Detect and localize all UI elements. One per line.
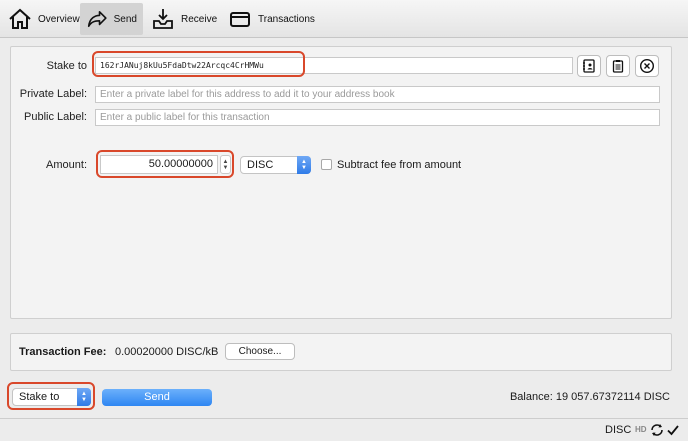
stake-to-label: Stake to <box>46 60 87 72</box>
home-icon <box>9 8 31 29</box>
choose-fee-button[interactable]: Choose... <box>225 343 295 360</box>
highlight-mode <box>7 382 95 410</box>
close-circle-icon <box>639 58 655 74</box>
synced-check-icon <box>667 425 679 436</box>
status-bar: DISC HD <box>0 418 688 441</box>
tab-overview[interactable]: Overview <box>2 3 86 35</box>
highlight-amount <box>96 150 234 178</box>
send-arrow-icon <box>87 10 107 28</box>
private-label-label: Private Label: <box>19 88 87 100</box>
unit-select[interactable]: DISC ▲ ▼ <box>240 156 311 174</box>
tab-send-label: Send <box>113 13 137 25</box>
select-arrows-icon: ▲ ▼ <box>297 156 311 174</box>
balance-label: Balance: 19 057.67372114 DISC <box>509 391 670 403</box>
transaction-fee-value: 0.00020000 DISC/kB <box>115 346 219 358</box>
paste-button[interactable] <box>606 55 630 77</box>
unit-select-value: DISC <box>247 159 274 171</box>
inbox-download-icon <box>153 9 173 29</box>
public-label-label: Public Label: <box>24 111 87 123</box>
address-book-button[interactable] <box>577 55 601 77</box>
private-label-input[interactable]: Enter a private label for this address t… <box>95 86 660 103</box>
tab-send[interactable]: Send <box>80 3 143 35</box>
highlight-address <box>92 51 305 77</box>
clipboard-icon <box>612 60 624 73</box>
transaction-fee-panel <box>10 333 672 371</box>
public-label-input[interactable]: Enter a public label for this transactio… <box>95 109 660 126</box>
subtract-fee-checkbox[interactable] <box>321 159 332 170</box>
network-sync-icon <box>651 424 663 436</box>
card-icon <box>230 12 250 27</box>
tab-receive-label: Receive <box>181 13 218 25</box>
tab-transactions-label: Transactions <box>258 13 315 25</box>
send-button[interactable]: Send <box>102 389 212 406</box>
address-book-icon <box>583 59 595 73</box>
transaction-fee-label: Transaction Fee: <box>19 346 107 358</box>
tab-overview-label: Overview <box>38 13 80 25</box>
hd-status-icon: HD <box>635 425 647 434</box>
status-unit: DISC <box>605 424 632 436</box>
main-toolbar: Overview Send Receive Transactions <box>0 0 688 38</box>
tab-transactions[interactable]: Transactions <box>222 3 321 35</box>
subtract-fee-label: Subtract fee from amount <box>337 159 462 171</box>
amount-label: Amount: <box>46 159 87 171</box>
clear-entry-button[interactable] <box>635 55 659 77</box>
tab-receive[interactable]: Receive <box>145 3 223 35</box>
